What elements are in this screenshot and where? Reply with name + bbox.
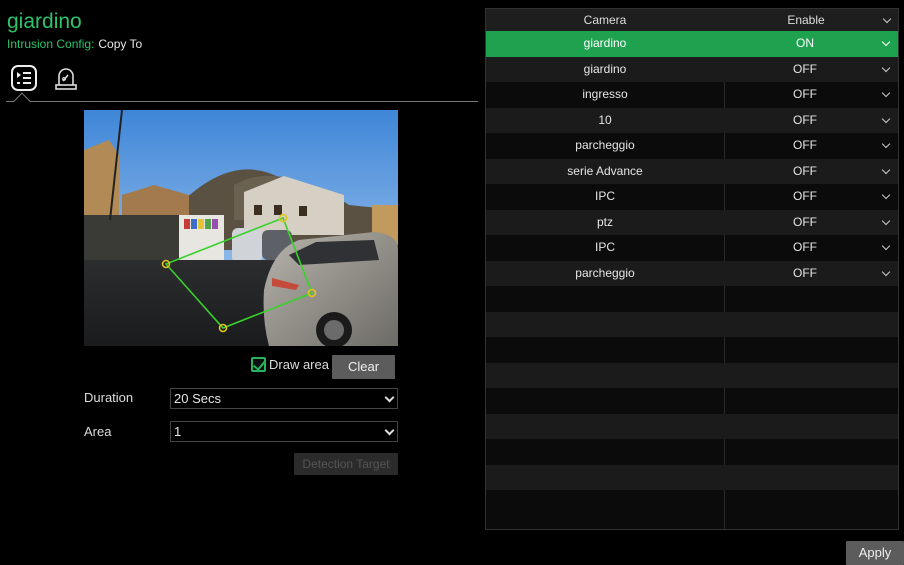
enable-select[interactable]: OFF [725,133,885,158]
intrusion-config-label: Intrusion Config: [7,37,95,51]
camera-name-cell: serie Advance [567,163,643,178]
camera-name-cell: IPC [594,189,615,203]
enable-select[interactable]: OFF [725,235,885,260]
camera-name-cell: 10 [598,112,612,127]
table-row[interactable]: ptz OFF [486,209,898,235]
table-row[interactable]: 10 OFF [486,107,898,133]
clear-button[interactable]: Clear [332,355,395,379]
chevron-down-icon [384,392,395,403]
table-row[interactable]: IPC OFF [486,184,898,210]
table-row[interactable]: giardino OFF [486,56,898,82]
enable-select[interactable]: OFF [725,82,885,107]
detection-target-button[interactable]: Detection Target [294,453,398,475]
enable-select[interactable]: OFF [725,210,885,235]
apply-button[interactable]: Apply [846,541,904,565]
duration-label: Duration [84,390,134,405]
subtitle: Intrusion Config: Copy To [7,37,142,51]
camera-name-cell: giardino [583,36,627,50]
table-row [486,439,898,465]
area-value: 1 [174,424,182,439]
enable-select[interactable]: OFF [725,57,885,82]
table-row [486,286,898,312]
table-row[interactable]: giardino ON [486,31,898,57]
draw-area-label: Draw area [269,357,329,372]
camera-name-cell: giardino [583,61,627,76]
list-settings-icon[interactable] [10,64,38,92]
draw-area-toggle[interactable]: Draw area [251,357,329,372]
duration-select[interactable]: 20 Secs [170,388,398,409]
table-row [486,337,898,363]
table-row[interactable]: ingresso OFF [486,82,898,108]
camera-column-header: Camera [583,13,627,27]
table-row [486,464,898,490]
table-header: Camera Enable [486,9,898,31]
camera-name-cell: parcheggio [575,265,635,280]
camera-title: giardino [7,10,82,33]
area-label: Area [84,424,112,439]
table-body: giardino ON giardino OFF ingresso OFF 10 OFF par… [486,31,898,516]
camera-enable-table: Camera Enable giardino ON giardino OFF ingre… [485,8,899,530]
alarm-light-icon[interactable] [52,64,80,92]
draw-area-checkbox[interactable] [251,357,266,372]
table-row [486,311,898,337]
table-row [486,413,898,439]
tab-divider [6,101,478,102]
camera-scene [84,110,398,346]
table-row[interactable]: IPC OFF [486,235,898,261]
copy-to-link[interactable]: Copy To [98,37,142,51]
table-row [486,388,898,414]
enable-select[interactable]: OFF [725,184,885,209]
table-row[interactable]: serie Advance OFF [486,158,898,184]
enable-select[interactable]: OFF [725,261,885,286]
duration-value: 20 Secs [174,391,221,406]
camera-name-cell: parcheggio [575,138,635,152]
enable-select[interactable]: OFF [725,108,885,133]
camera-name-cell: ingresso [582,87,628,101]
table-row[interactable]: parcheggio OFF [486,133,898,159]
enable-select[interactable]: OFF [725,159,885,184]
camera-preview[interactable] [84,110,398,346]
table-row[interactable]: parcheggio OFF [486,260,898,286]
table-row [486,362,898,388]
camera-name-cell: IPC [594,240,615,254]
enable-column-header[interactable]: Enable [725,9,887,31]
area-select[interactable]: 1 [170,421,398,442]
enable-select[interactable]: ON [725,31,885,56]
camera-name-cell: ptz [596,214,613,229]
table-row [486,490,898,516]
chevron-down-icon [384,425,395,436]
